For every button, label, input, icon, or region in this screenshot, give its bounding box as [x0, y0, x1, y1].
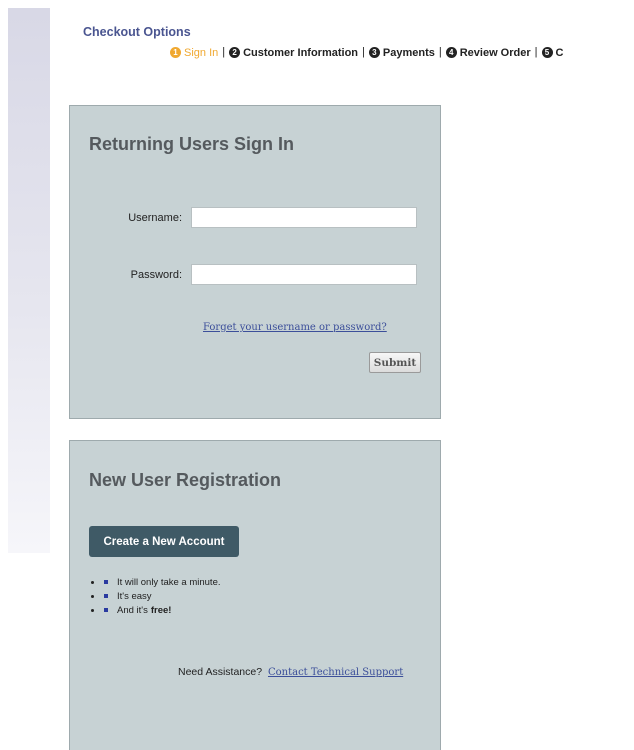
benefit-text: And it's — [117, 604, 148, 616]
step-separator: | — [362, 46, 365, 58]
step-label: Payments — [382, 46, 435, 59]
step-customer-information[interactable]: 2 Customer Information — [229, 47, 358, 59]
step-review-order[interactable]: 4 Review Order — [445, 46, 531, 59]
step-label: Review Order — [459, 46, 531, 59]
step-label: C — [555, 46, 564, 59]
username-label: Username: — [128, 212, 182, 224]
step-number-icon: 1 — [170, 47, 181, 58]
benefit-text: It's easy — [117, 590, 152, 602]
assistance-line: Need Assistance? Contact Technical Suppo… — [178, 666, 403, 678]
bullet-icon — [91, 608, 94, 612]
registration-panel: New User Registration Create a New Accou… — [69, 440, 441, 750]
step-confirmation[interactable]: 5 C — [541, 46, 564, 59]
signin-panel: Returning Users Sign In Username: Passwo… — [69, 105, 441, 419]
page-title: Checkout Options — [83, 25, 191, 39]
step-number-icon: 5 — [541, 47, 553, 58]
bullet-icon — [91, 580, 94, 584]
square-bullet-icon — [104, 608, 108, 612]
step-separator: | — [438, 46, 442, 58]
step-number-icon: 4 — [445, 47, 457, 58]
password-input[interactable] — [191, 264, 417, 285]
submit-button[interactable]: Submit — [369, 352, 421, 373]
benefit-emphasis: free! — [150, 604, 172, 616]
create-account-button[interactable]: Create a New Account — [89, 526, 239, 557]
step-number-icon: 2 — [229, 47, 241, 58]
bullet-icon — [91, 594, 94, 598]
step-number-icon: 3 — [368, 47, 380, 58]
list-item: And it's free! — [91, 603, 221, 617]
assistance-text: Need Assistance? — [178, 666, 263, 678]
checkout-steps-breadcrumb: 1 Sign In | 2 Customer Information | 3 P… — [170, 46, 634, 62]
signin-title: Returning Users Sign In — [89, 134, 295, 154]
username-input[interactable] — [191, 207, 417, 228]
step-label: Customer Information — [243, 46, 359, 59]
list-item: It's easy — [91, 589, 221, 603]
forgot-credentials-link[interactable]: Forget your username or password? — [203, 322, 387, 333]
benefit-text: It will only take a minute. — [117, 576, 221, 588]
square-bullet-icon — [104, 594, 108, 598]
step-separator: | — [534, 46, 538, 58]
registration-title: New User Registration — [89, 470, 282, 490]
step-sign-in[interactable]: 1 Sign In — [170, 47, 218, 59]
step-label: Sign In — [184, 46, 219, 59]
step-payments[interactable]: 3 Payments — [368, 46, 435, 59]
square-bullet-icon — [104, 580, 108, 584]
list-item: It will only take a minute. — [91, 575, 221, 589]
benefits-list: It will only take a minute. It's easy An… — [91, 575, 221, 617]
password-label: Password: — [130, 269, 182, 281]
left-sidebar-gradient — [8, 8, 50, 553]
step-separator: | — [222, 46, 226, 58]
contact-support-link[interactable]: Contact Technical Support — [268, 667, 403, 678]
